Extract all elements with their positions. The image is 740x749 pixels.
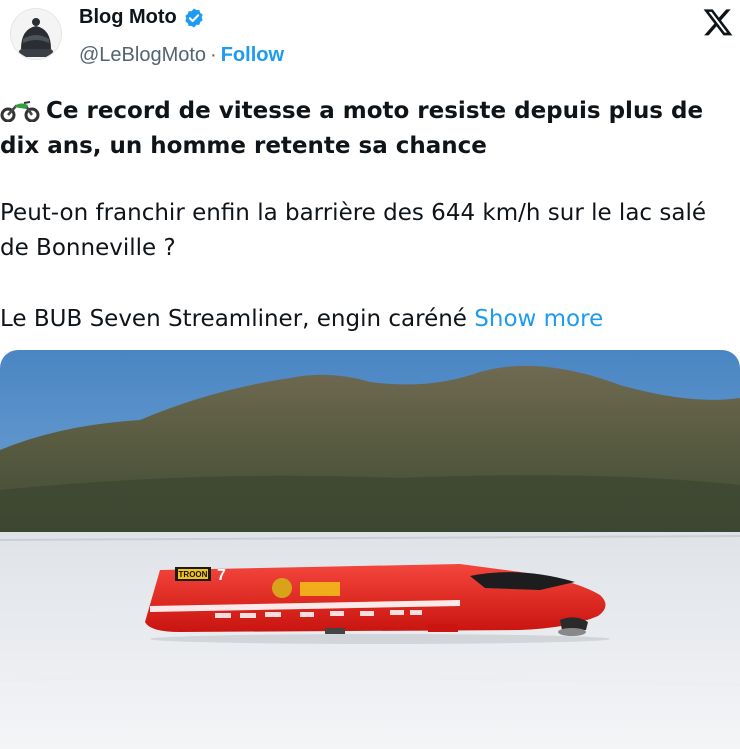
headline-text: Ce record de vitesse a moto resiste depu… xyxy=(0,98,704,159)
avatar-helmet-icon xyxy=(11,9,61,59)
tweet-paragraph-1: Peut-on franchir enfin la barrière des 6… xyxy=(0,200,706,261)
paragraph-2-text: Le BUB Seven Streamliner, engin caréné xyxy=(0,306,467,332)
streamliner-vehicle: TROON 7 xyxy=(145,564,606,636)
show-more-link[interactable]: Show more xyxy=(474,306,603,332)
author-name[interactable]: Blog Moto xyxy=(79,6,177,29)
tweet-header: Blog Moto @LeBlogMoto · Follow xyxy=(0,0,740,80)
verified-badge-icon xyxy=(183,7,205,29)
avatar[interactable] xyxy=(10,8,62,60)
handle-row: @LeBlogMoto · Follow xyxy=(79,44,284,67)
tweet-media-image[interactable]: TROON 7 xyxy=(0,350,740,749)
author-handle[interactable]: @LeBlogMoto xyxy=(79,44,206,67)
tweet-headline: Ce record de vitesse a moto resiste depu… xyxy=(0,94,735,164)
vehicle-badge-text: TROON xyxy=(179,570,208,579)
tweet-paragraph-2: Le BUB Seven Streamliner, engin caréné S… xyxy=(0,302,735,337)
vehicle-number: 7 xyxy=(217,567,226,584)
x-logo-icon[interactable] xyxy=(702,6,734,38)
follow-button[interactable]: Follow xyxy=(221,44,284,67)
author-name-row[interactable]: Blog Moto xyxy=(79,6,205,29)
streamliner-photo: TROON 7 xyxy=(0,350,740,749)
motorcycle-emoji-icon xyxy=(0,98,40,123)
handle-separator: · xyxy=(210,44,217,66)
